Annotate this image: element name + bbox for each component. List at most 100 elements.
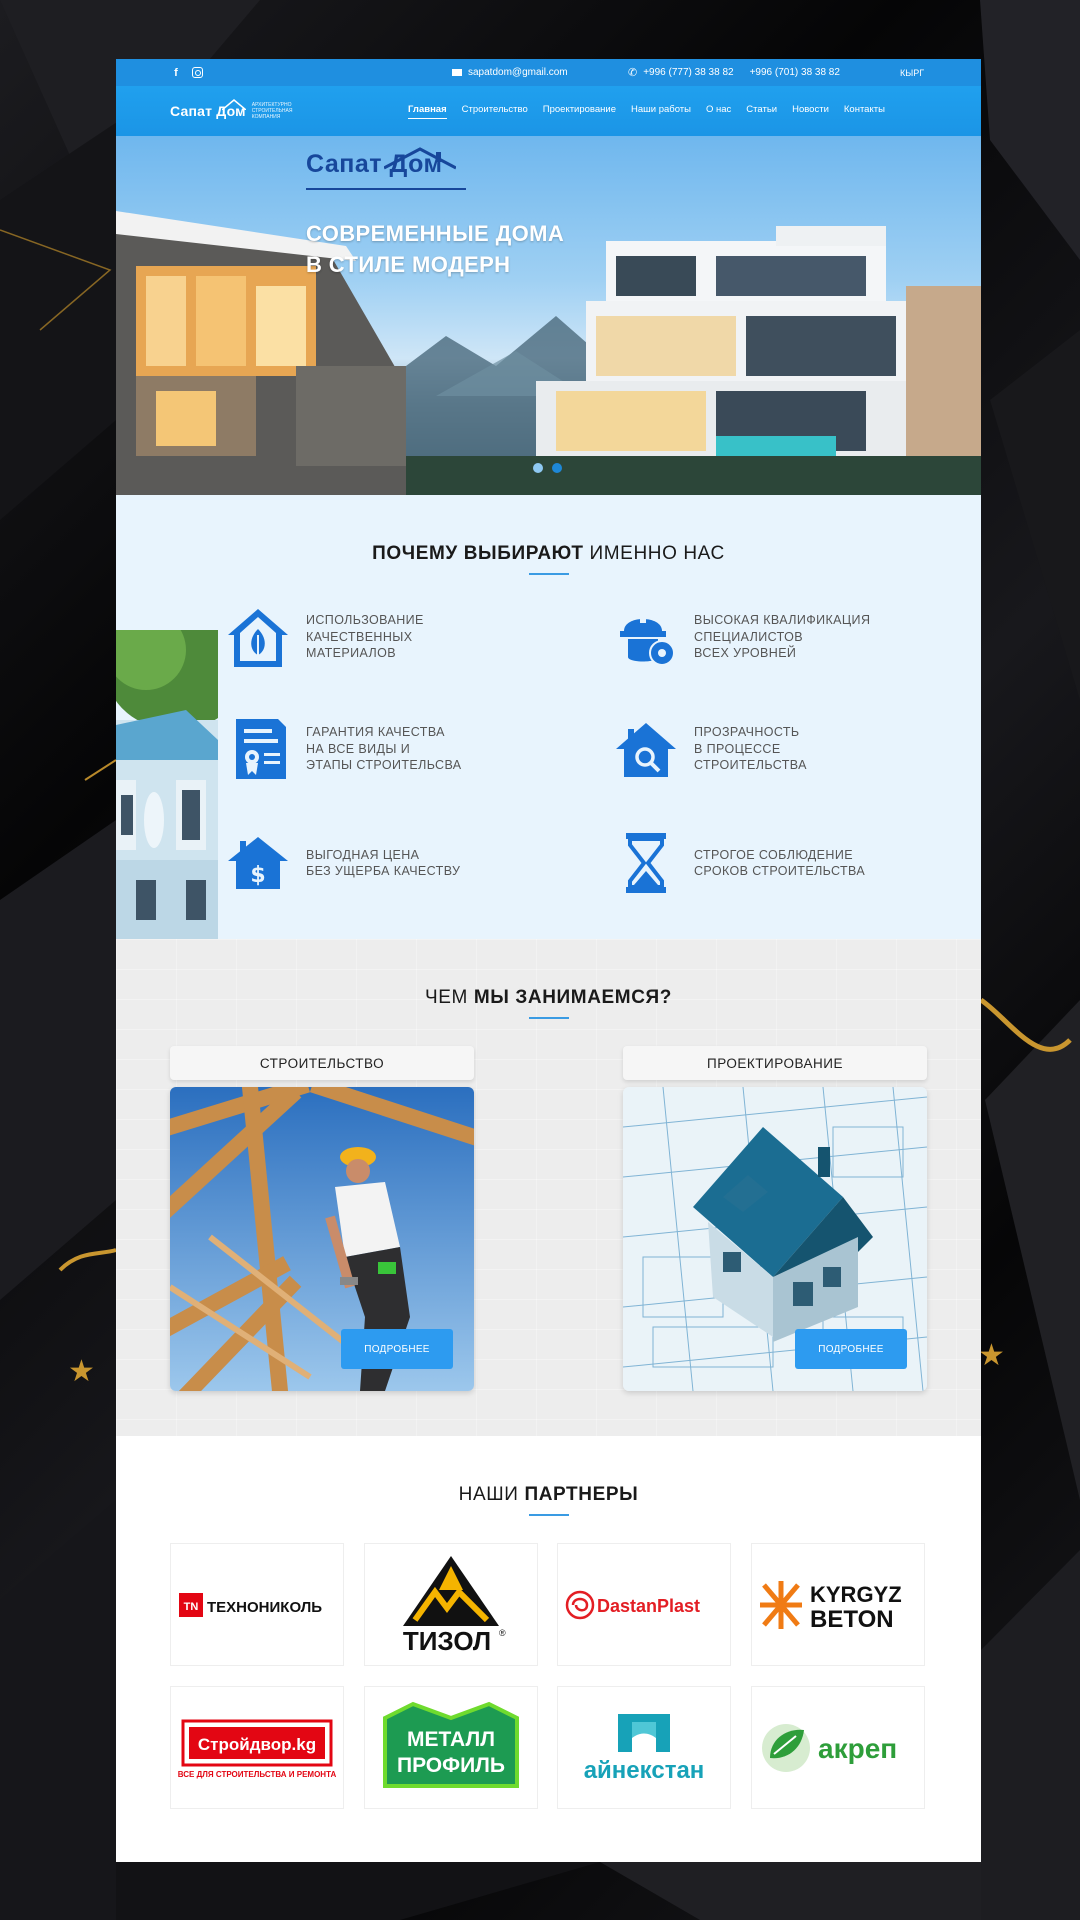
phone-icon: ✆ <box>628 67 638 79</box>
partner-name-2: ПРОФИЛЬ <box>397 1754 505 1777</box>
partner-name: ТИЗОЛ <box>403 1626 491 1656</box>
nav-item-design[interactable]: Проектирование <box>543 104 616 119</box>
feature-line: ВЫСОКАЯ КВАЛИФИКАЦИЯ <box>694 613 871 628</box>
partner-logo-dastanplast[interactable]: DastanPlast <box>557 1543 731 1666</box>
nav-item-home[interactable]: Главная <box>408 104 447 119</box>
partner-name: Стройдвор.kg <box>198 1735 316 1754</box>
brand-logo[interactable]: Сапат Дом Архитектурно строительная комп… <box>170 99 312 120</box>
mail-icon <box>452 69 462 76</box>
partner-sub: ВСЕ ДЛЯ СТРОИТЕЛЬСТВА И РЕМОНТА <box>178 1770 337 1779</box>
feature-quality-materials: ИСПОЛЬЗОВАНИЕ КАЧЕСТВЕННЫХ МАТЕРИАЛОВ <box>224 603 424 671</box>
partner-mark: ® <box>499 1628 506 1638</box>
title-underline <box>528 1017 569 1019</box>
partner-name: акреп <box>818 1733 897 1764</box>
feature-line: НА ВСЕ ВИДЫ И <box>306 741 411 756</box>
partner-logo-technonicol[interactable]: TN ТЕХНОНИКОЛЬ <box>170 1543 344 1666</box>
feature-line: КАЧЕСТВЕННЫХ <box>306 629 413 644</box>
hero-title: СОВРЕМЕННЫЕ ДОМА В СТИЛЕ МОДЕРН <box>306 218 564 280</box>
nav-item-articles[interactable]: Статьи <box>746 104 777 119</box>
star-decoration-icon: ★ <box>978 1339 1005 1372</box>
main-navigation: Сапат Дом Архитектурно строительная комп… <box>116 86 981 136</box>
feature-line: СПЕЦИАЛИСТОВ <box>694 629 803 644</box>
feature-line: СТРОИТЕЛЬСТВА <box>694 758 807 773</box>
slider-dot-active[interactable] <box>552 463 562 473</box>
title-underline <box>528 1514 569 1516</box>
house-search-icon <box>612 715 680 783</box>
more-button[interactable]: ПОДРОБНЕЕ <box>341 1329 453 1369</box>
service-label[interactable]: СТРОИТЕЛЬСТВО <box>170 1046 474 1080</box>
partner-logo-metall-profil[interactable]: МЕТАЛЛ ПРОФИЛЬ <box>364 1686 538 1809</box>
services-title-rest: ЧЕМ <box>425 987 468 1008</box>
why-us-title-bold: ПОЧЕМУ ВЫБИРАЮТ <box>372 543 584 564</box>
worker-gear-icon <box>612 603 680 671</box>
hero-logo-underline <box>306 188 466 190</box>
brand-tagline: Архитектурно строительная компания <box>251 102 293 120</box>
top-bar: f sapatdom@gmail.com ✆ +996 (777) 38 38 … <box>116 59 981 86</box>
feature-quality-guarantee: ГАРАНТИЯ КАЧЕСТВА НА ВСЕ ВИДЫ И ЭТАПЫ СТ… <box>224 715 462 783</box>
facebook-icon[interactable]: f <box>170 67 182 79</box>
partner-logo-akrep[interactable]: акреп <box>751 1686 925 1809</box>
hourglass-icon <box>612 829 680 897</box>
nav-item-construction[interactable]: Строительство <box>462 104 528 119</box>
partner-name-1: МЕТАЛЛ <box>407 1728 495 1751</box>
feature-line: ГАРАНТИЯ КАЧЕСТВА <box>306 725 445 740</box>
nav-item-news[interactable]: Новости <box>792 104 829 119</box>
why-us-section: ПОЧЕМУ ВЫБИРАЮТ ИМЕННО НАС ИСПОЛЬЗОВАНИЕ… <box>116 495 981 939</box>
certificate-icon <box>224 715 292 783</box>
partner-logo-kyrgyz-beton[interactable]: KYRGYZ BETON <box>751 1543 925 1666</box>
construction-image[interactable]: ПОДРОБНЕЕ <box>170 1087 474 1391</box>
more-button[interactable]: ПОДРОБНЕЕ <box>795 1329 907 1369</box>
partners-section: НАШИ ПАРТНЕРЫ TN ТЕХНОНИКОЛЬ ТИЗОЛ ® Das… <box>116 1436 981 1862</box>
partners-title-bold: ПАРТНЕРЫ <box>524 1484 639 1505</box>
services-title-bold: МЫ ЗАНИМАЕМСЯ? <box>473 987 672 1008</box>
social-links: f <box>170 67 203 79</box>
slider-dot[interactable] <box>533 463 543 473</box>
partner-name-1: KYRGYZ <box>810 1582 902 1607</box>
side-house-image <box>116 630 218 939</box>
hero-title-line-1: СОВРЕМЕННЫЕ ДОМА <box>306 221 565 246</box>
feature-line: ПРОЗРАЧНОСТЬ <box>694 725 800 740</box>
svg-text:$: $ <box>250 863 265 888</box>
house-dollar-icon: $ <box>224 829 292 897</box>
feature-line: БЕЗ УЩЕРБА КАЧЕСТВУ <box>306 864 461 878</box>
phone-2[interactable]: +996 (701) 38 38 82 <box>750 67 840 78</box>
partner-mark: TN <box>184 1601 199 1613</box>
house-leaf-icon <box>224 603 292 671</box>
service-label[interactable]: ПРОЕКТИРОВАНИЕ <box>623 1046 927 1080</box>
feature-good-price: $ ВЫГОДНАЯ ЦЕНА БЕЗ УЩЕРБА КАЧЕСТВУ <box>224 829 460 897</box>
partners-title-rest: НАШИ <box>458 1484 519 1505</box>
nav-item-about[interactable]: О нас <box>706 104 731 119</box>
feature-line: ВЫГОДНАЯ ЦЕНА <box>306 847 420 862</box>
feature-line: В ПРОЦЕССЕ <box>694 741 781 756</box>
partner-name-2: BETON <box>810 1606 894 1633</box>
feature-line: ВСЕХ УРОВНЕЙ <box>694 646 797 661</box>
feature-line: ЭТАПЫ СТРОИТЕЛЬСВА <box>306 758 462 773</box>
title-underline <box>528 573 569 575</box>
hero-background-image <box>116 211 981 495</box>
slider-dots <box>533 463 562 473</box>
why-us-title: ПОЧЕМУ ВЫБИРАЮТ ИМЕННО НАС <box>116 495 981 565</box>
partner-name: айнекстан <box>584 1757 705 1784</box>
hero-title-line-2: В СТИЛЕ МОДЕРН <box>306 252 511 277</box>
partner-name: DastanPlast <box>597 1596 700 1616</box>
hero-roof-icon <box>384 147 456 170</box>
partner-logo-tizol[interactable]: ТИЗОЛ ® <box>364 1543 538 1666</box>
partner-logo-stroydvor[interactable]: Стройдвор.kg ВСЕ ДЛЯ СТРОИТЕЛЬСТВА И РЕМ… <box>170 1686 344 1809</box>
phone-1[interactable]: +996 (777) 38 38 82 <box>643 67 733 78</box>
feature-line: МАТЕРИАЛОВ <box>306 646 396 661</box>
language-switch[interactable]: КЫРГ <box>900 68 924 78</box>
email-text[interactable]: sapatdom@gmail.com <box>468 67 568 78</box>
phone-contacts: ✆ +996 (777) 38 38 82 +996 (701) 38 38 8… <box>628 66 840 79</box>
feature-text: ИСПОЛЬЗОВАНИЕ КАЧЕСТВЕННЫХ МАТЕРИАЛОВ <box>306 612 424 662</box>
design-image[interactable]: ПОДРОБНЕЕ <box>623 1087 927 1391</box>
nav-item-contacts[interactable]: Контакты <box>844 104 885 119</box>
email-contact[interactable]: sapatdom@gmail.com <box>452 67 568 78</box>
partner-logo-aineksstan[interactable]: айнекстан <box>557 1686 731 1809</box>
nav-item-works[interactable]: Наши работы <box>631 104 691 119</box>
feature-line: ИСПОЛЬЗОВАНИЕ <box>306 613 424 628</box>
feature-deadlines: СТРОГОЕ СОБЛЮДЕНИЕ СРОКОВ СТРОИТЕЛЬСТВА <box>612 829 865 897</box>
instagram-icon[interactable] <box>192 67 203 78</box>
feature-line: СРОКОВ СТРОИТЕЛЬСТВА <box>694 864 866 878</box>
feature-text: СТРОГОЕ СОБЛЮДЕНИЕ СРОКОВ СТРОИТЕЛЬСТВА <box>694 847 865 880</box>
star-decoration-icon: ★ <box>68 1355 95 1388</box>
